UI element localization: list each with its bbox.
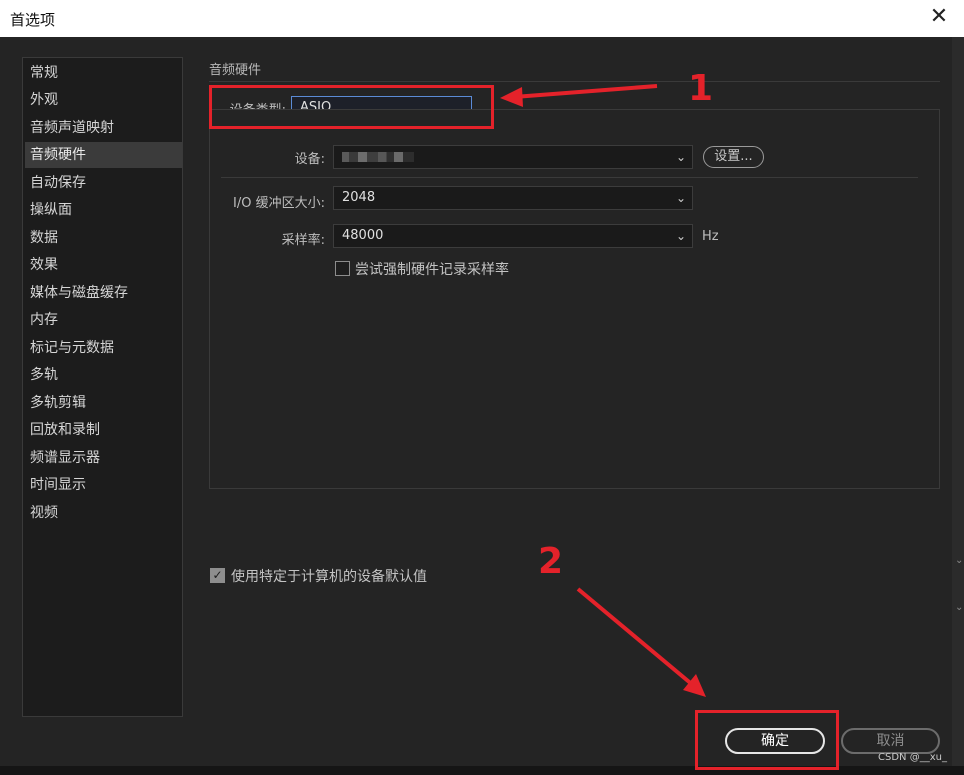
sidebar-item-multitrack[interactable]: 多轨	[25, 362, 182, 388]
sidebar-item-spectral-displays[interactable]: 频谱显示器	[25, 445, 182, 471]
device-dropdown[interactable]: ⌄	[333, 145, 693, 169]
sample-rate-label: 采样率:	[281, 233, 325, 248]
sidebar-item-multitrack-clips[interactable]: 多轨剪辑	[25, 390, 182, 416]
sidebar-item-markers-metadata[interactable]: 标记与元数据	[25, 335, 182, 361]
sidebar-item-effects[interactable]: 效果	[25, 252, 182, 278]
device-settings-button[interactable]: 设置...	[703, 146, 764, 168]
annotation-number-1: 1	[688, 68, 714, 109]
sidebar-item-playback-recording[interactable]: 回放和录制	[25, 417, 182, 443]
edge-glyph: ⌄	[955, 602, 964, 613]
window-title: 首选项	[10, 11, 56, 29]
section-title: 音频硬件	[209, 63, 262, 78]
watermark: CSDN @__xu_	[878, 752, 947, 763]
sample-rate-unit: Hz	[702, 229, 719, 244]
device-value-redacted	[342, 151, 414, 162]
sidebar-item-video[interactable]: 视频	[25, 500, 182, 526]
sidebar-item-data[interactable]: 数据	[25, 225, 182, 251]
sidebar-item-memory[interactable]: 内存	[25, 307, 182, 333]
sample-rate-dropdown[interactable]: 48000 ⌄	[333, 224, 693, 248]
sidebar-item-audio-hardware[interactable]: 音频硬件	[25, 142, 182, 168]
sidebar-item-appearance[interactable]: 外观	[25, 87, 182, 113]
annotation-highlight-ok	[695, 710, 839, 770]
sidebar-item-general[interactable]: 常规	[25, 60, 182, 86]
use-machine-defaults-checkbox[interactable]: ✓	[210, 568, 225, 583]
sidebar-item-auto-save[interactable]: 自动保存	[25, 170, 182, 196]
device-label: 设备:	[294, 152, 325, 167]
title-bar: 首选项 ✕	[0, 0, 964, 37]
use-machine-defaults-label: 使用特定于计算机的设备默认值	[231, 569, 427, 585]
section-divider	[209, 81, 940, 82]
sidebar-item-time-display[interactable]: 时间显示	[25, 472, 182, 498]
close-icon[interactable]: ✕	[928, 4, 950, 30]
force-sample-rate-label: 尝试强制硬件记录采样率	[355, 262, 509, 278]
sample-rate-value: 48000	[342, 228, 384, 243]
sidebar-item-audio-channel-mapping[interactable]: 音频声道映射	[25, 115, 182, 141]
panel-divider	[221, 177, 918, 178]
io-buffer-value: 2048	[342, 190, 376, 205]
chevron-down-icon: ⌄	[675, 150, 686, 164]
io-buffer-label: I/O 缓冲区大小:	[233, 196, 325, 211]
edge-glyph: ⌄	[955, 555, 964, 566]
cancel-button[interactable]: 取消	[841, 728, 940, 754]
background-window-edge: ⌄ ⌄	[952, 37, 964, 775]
preferences-sidebar: 常规 外观 音频声道映射 音频硬件 自动保存 操纵面 数据 效果 媒体与磁盘缓存…	[22, 57, 183, 717]
chevron-down-icon: ⌄	[675, 191, 686, 205]
annotation-number-2: 2	[538, 541, 564, 582]
sidebar-item-control-surface[interactable]: 操纵面	[25, 197, 182, 223]
sidebar-item-media-disk-cache[interactable]: 媒体与磁盘缓存	[25, 280, 182, 306]
annotation-highlight-device-type	[209, 85, 494, 129]
force-sample-rate-checkbox[interactable]	[335, 261, 350, 276]
chevron-down-icon: ⌄	[675, 229, 686, 243]
io-buffer-dropdown[interactable]: 2048 ⌄	[333, 186, 693, 210]
